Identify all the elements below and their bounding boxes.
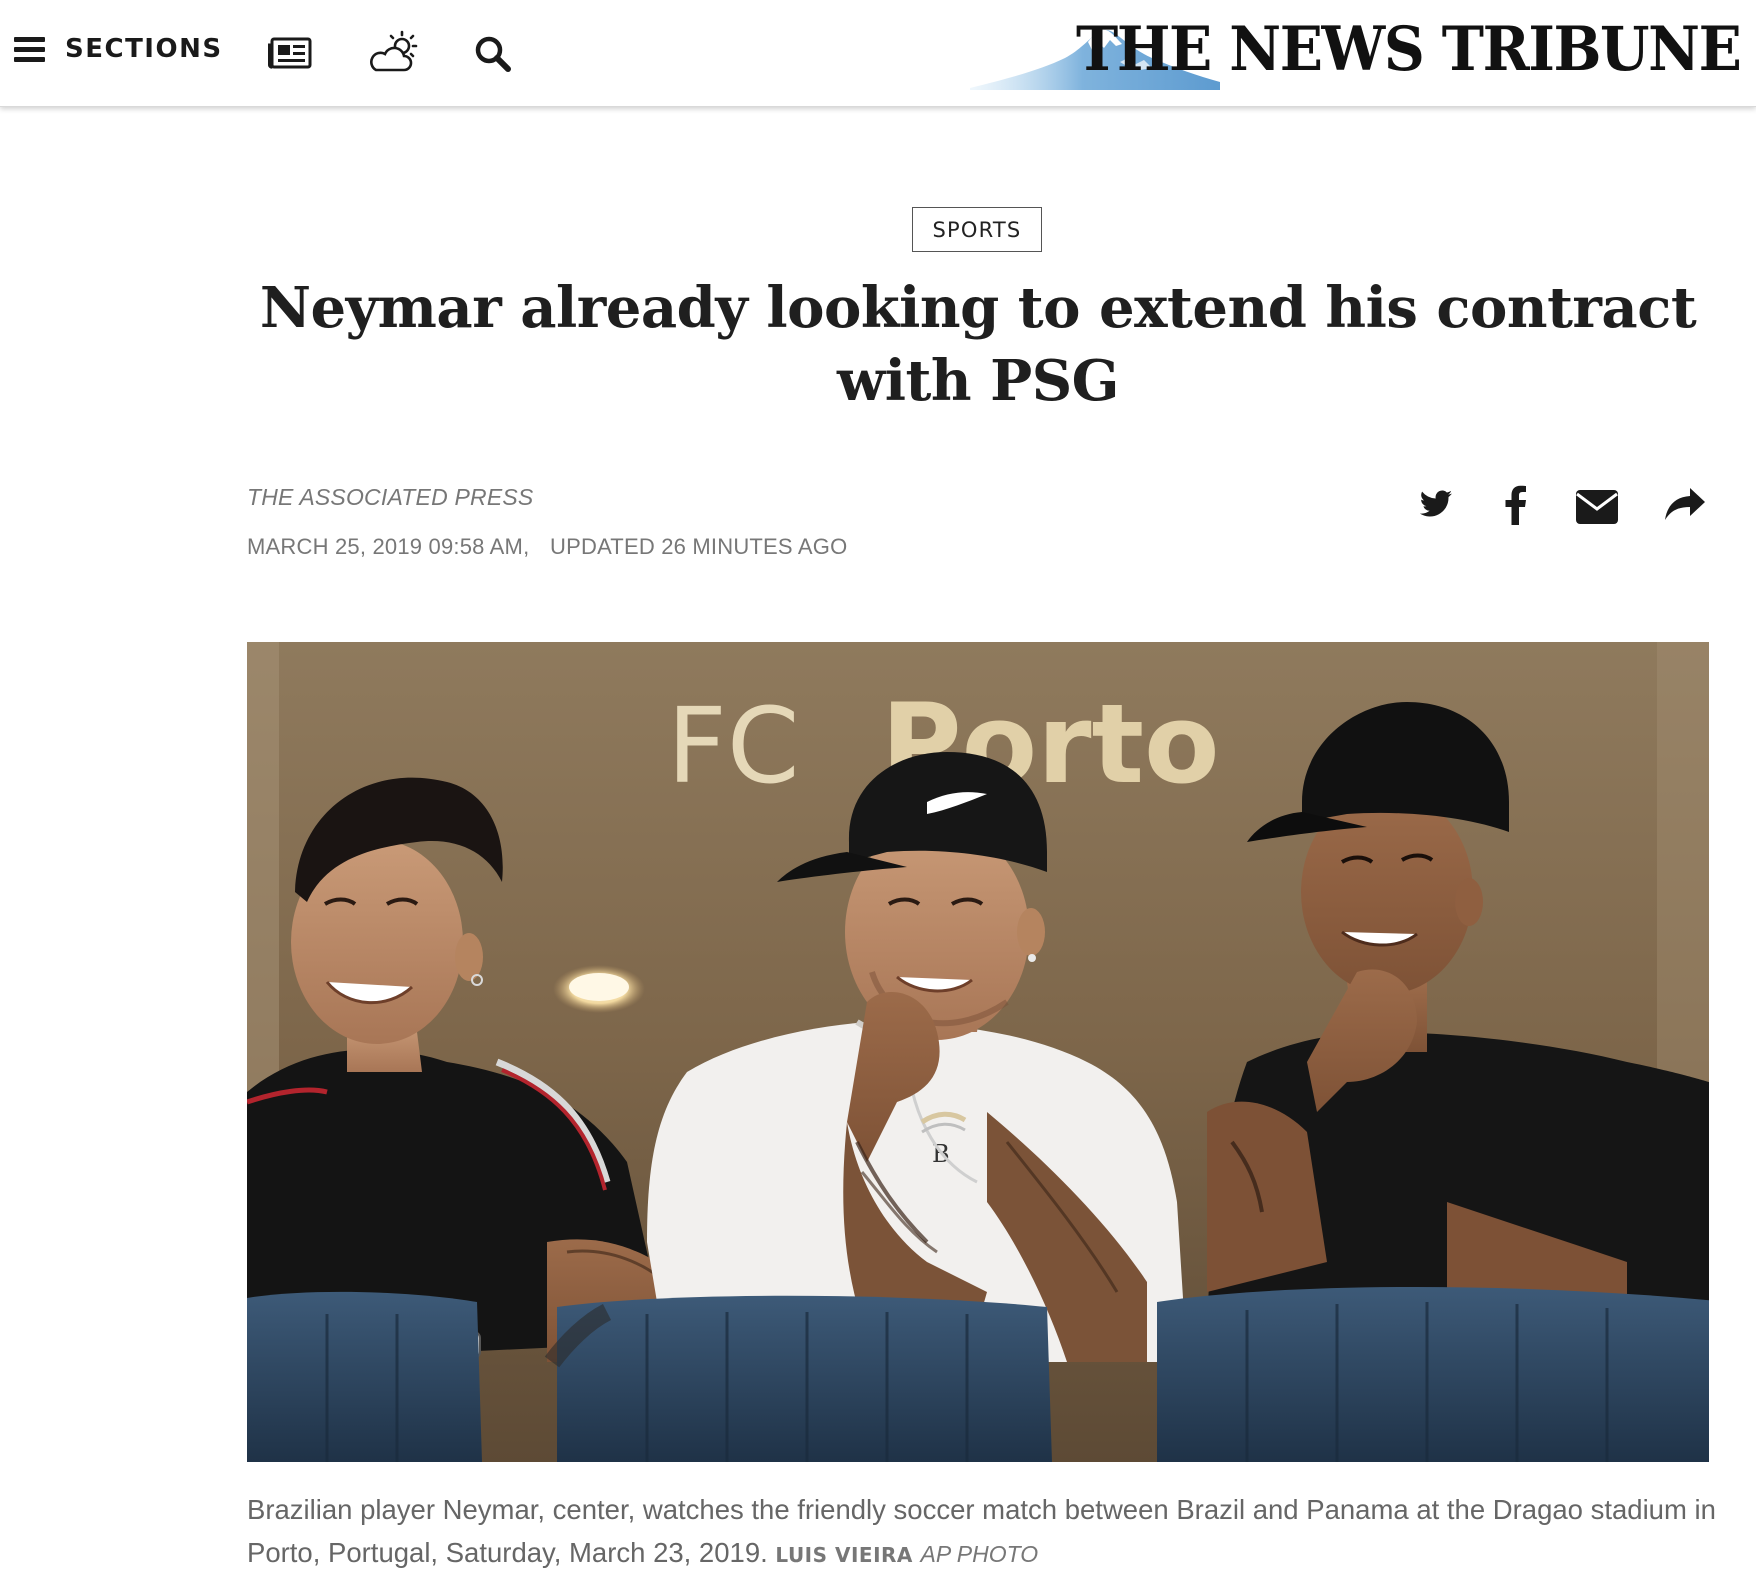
site-logo[interactable]: THE NEWS TRIBUNE — [970, 12, 1742, 97]
top-navigation-bar: SECTIONS THE NEWS TRIBUNE — [0, 0, 1756, 107]
updated-timestamp: UPDATED 26 MINUTES AGO — [550, 534, 848, 559]
article-headline: Neymar already looking to extend his con… — [259, 275, 1697, 414]
twitter-icon — [1419, 490, 1452, 517]
article-lead-photo[interactable]: FC Porto B — [247, 642, 1709, 1462]
facebook-icon — [1505, 485, 1526, 525]
newspaper-icon[interactable] — [268, 37, 312, 69]
search-icon[interactable] — [474, 35, 512, 73]
stadium-seats — [247, 1287, 1709, 1462]
facebook-share-button[interactable] — [1504, 485, 1528, 529]
sections-menu-button[interactable]: SECTIONS — [14, 34, 223, 64]
section-tag-sports[interactable]: SPORTS — [912, 207, 1042, 252]
menu-icon — [14, 36, 45, 62]
article-dateline: MARCH 25, 2019 09:58 AM, UPDATED 26 MINU… — [247, 534, 847, 560]
more-share-button[interactable] — [1664, 486, 1706, 530]
sections-label: SECTIONS — [65, 34, 223, 64]
article-byline[interactable]: THE ASSOCIATED PRESS — [247, 484, 533, 511]
published-timestamp: MARCH 25, 2019 09:58 AM, — [247, 534, 530, 559]
photo-credit-agency: AP PHOTO — [920, 1541, 1039, 1567]
share-icon — [1665, 488, 1705, 520]
photo-caption: Brazilian player Neymar, center, watches… — [247, 1488, 1727, 1577]
email-icon — [1576, 490, 1618, 524]
site-brand-name: THE NEWS TRIBUNE — [1075, 14, 1742, 85]
twitter-share-button[interactable] — [1418, 485, 1454, 529]
signage-fc: FC — [667, 685, 799, 807]
photo-credit-name: LUIS VIEIRA — [775, 1543, 913, 1567]
weather-icon[interactable] — [368, 30, 420, 74]
email-share-button[interactable] — [1576, 490, 1618, 534]
photo-illustration: FC Porto B — [247, 642, 1709, 1462]
